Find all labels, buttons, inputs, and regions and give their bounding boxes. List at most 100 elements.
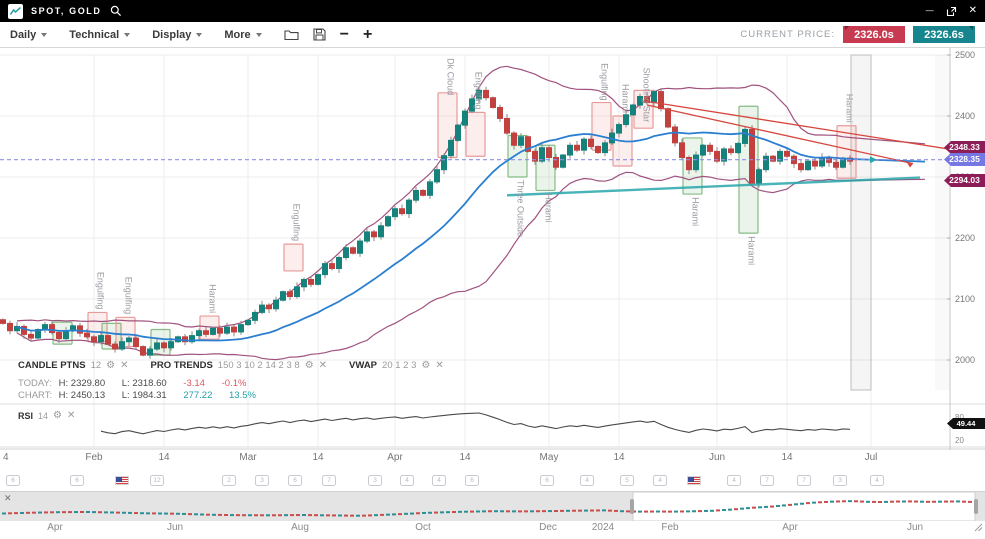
menu-more[interactable]: More <box>224 29 261 41</box>
toolbar: Daily Technical Display More − + CURRENT… <box>0 22 985 48</box>
calendar-event-icon[interactable]: 7 <box>322 475 336 486</box>
menu-periodicity[interactable]: Daily <box>10 29 47 41</box>
study-rsi[interactable]: RSI14 ⚙ ✕ <box>18 410 75 421</box>
navigator-axis-label: Apr <box>782 522 798 533</box>
economic-events-row: 6 6 12 2 3 6 7 3 4 4 6 6 4 5 4 4 7 7 3 4 <box>0 471 985 491</box>
time-axis-label: 14 <box>613 452 624 463</box>
chevron-down-icon <box>196 33 202 37</box>
close-icon[interactable]: ✕ <box>435 360 443 371</box>
symbol-search-icon[interactable] <box>110 5 122 17</box>
svg-text:Dk Cloud: Dk Cloud <box>446 58 456 95</box>
close-icon[interactable]: ✕ <box>319 360 327 371</box>
zoom-out-button[interactable]: − <box>340 27 349 43</box>
calendar-event-icon[interactable]: 3 <box>833 475 847 486</box>
current-price-label: CURRENT PRICE: <box>740 29 835 40</box>
calendar-event-icon[interactable]: 3 <box>255 475 269 486</box>
bid-price-badge: 2326.0s <box>843 26 905 43</box>
calendar-event-icon[interactable]: 7 <box>797 475 811 486</box>
calendar-event-icon[interactable]: 4 <box>580 475 594 486</box>
range-navigator[interactable]: ✕ <box>0 491 985 521</box>
svg-text:Engulfing: Engulfing <box>474 72 484 110</box>
zoom-in-button[interactable]: + <box>363 27 372 43</box>
gear-icon[interactable]: ⚙ <box>421 360 430 371</box>
titlebar: SPOT, GOLD — ✕ <box>0 0 985 22</box>
price-badge-upper: 2348.33 <box>944 141 985 154</box>
symbol-title: SPOT, GOLD <box>31 6 102 16</box>
time-axis-label: Jun <box>709 452 725 463</box>
svg-text:Harami: Harami <box>747 236 757 265</box>
us-flag-event-icon[interactable] <box>115 476 129 485</box>
navigator-axis-label: Aug <box>291 522 309 533</box>
rsi-value-badge: 49.44 <box>947 418 985 429</box>
minimize-button[interactable]: — <box>926 6 934 16</box>
study-pro-trends[interactable]: PRO TRENDS150 3 10 2 14 2 3 8 ⚙ ✕ <box>151 360 328 371</box>
calendar-event-icon[interactable]: 4 <box>432 475 446 486</box>
calendar-event-icon[interactable]: 6 <box>288 475 302 486</box>
calendar-event-icon[interactable]: 3 <box>368 475 382 486</box>
gear-icon[interactable]: ⚙ <box>53 410 62 421</box>
time-axis-label: May <box>540 452 559 463</box>
us-flag-event-icon[interactable] <box>687 476 701 485</box>
calendar-event-icon[interactable]: 4 <box>727 475 741 486</box>
calendar-event-icon[interactable]: 5 <box>620 475 634 486</box>
gear-icon[interactable]: ⚙ <box>106 360 115 371</box>
time-axis-label: Feb <box>85 452 102 463</box>
calendar-event-icon[interactable]: 4 <box>653 475 667 486</box>
svg-text:2500: 2500 <box>955 50 975 60</box>
navigator-axis-label: Feb <box>661 522 678 533</box>
study-vwap[interactable]: VWAP20 1 2 3 ⚙ ✕ <box>349 360 444 371</box>
popout-button[interactable] <box>946 6 957 17</box>
svg-text:Harami: Harami <box>544 193 554 222</box>
close-button[interactable]: ✕ <box>969 6 977 16</box>
time-axis-label: 4 <box>3 452 9 463</box>
svg-text:2000: 2000 <box>955 355 975 365</box>
svg-text:Engulfing: Engulfing <box>600 63 610 101</box>
svg-text:2400: 2400 <box>955 111 975 121</box>
calendar-event-icon[interactable]: 6 <box>70 475 84 486</box>
calendar-event-icon[interactable]: 6 <box>540 475 554 486</box>
navigator-axis: AprJunAugOctDec2024FebAprJun <box>0 521 985 539</box>
gear-icon[interactable]: ⚙ <box>305 360 314 371</box>
calendar-event-icon[interactable]: 7 <box>760 475 774 486</box>
calendar-event-icon[interactable]: 4 <box>400 475 414 486</box>
navigator-axis-label: 2024 <box>592 522 614 533</box>
svg-text:Shooting Star: Shooting Star <box>642 68 652 123</box>
time-axis-label: 14 <box>312 452 323 463</box>
menu-technical[interactable]: Technical <box>69 29 130 41</box>
chevron-down-icon <box>41 33 47 37</box>
time-axis-label: Jul <box>865 452 878 463</box>
svg-text:Harami: Harami <box>845 94 855 123</box>
time-axis-label: 14 <box>158 452 169 463</box>
time-axis-label: Apr <box>387 452 403 463</box>
chart-stats: CHART: H: 2450.13 L: 1984.31 277.22 13.5… <box>18 390 270 401</box>
svg-text:Three Outside: Three Outside <box>516 180 526 237</box>
save-icon[interactable] <box>313 28 326 41</box>
chevron-down-icon <box>124 33 130 37</box>
close-icon[interactable]: ✕ <box>67 410 75 421</box>
menu-display[interactable]: Display <box>152 29 202 41</box>
open-folder-icon[interactable] <box>284 28 299 41</box>
main-chart[interactable]: 250024002300220021002000EngulfingEngulfi… <box>0 48 985 450</box>
time-axis-label: 14 <box>459 452 470 463</box>
calendar-event-icon[interactable]: 6 <box>465 475 479 486</box>
calendar-event-icon[interactable]: 2 <box>222 475 236 486</box>
calendar-event-icon[interactable]: 4 <box>870 475 884 486</box>
calendar-event-icon[interactable]: 6 <box>6 475 20 486</box>
time-axis[interactable]: 4Feb14Mar14Apr14May14Jun14Jul <box>0 450 985 470</box>
calendar-event-icon[interactable]: 12 <box>150 475 164 486</box>
svg-text:Engulfing: Engulfing <box>96 272 106 310</box>
time-axis-label: Mar <box>239 452 256 463</box>
navigator-axis-label: Oct <box>415 522 431 533</box>
svg-text:20: 20 <box>955 436 964 445</box>
svg-text:Harami: Harami <box>208 284 218 313</box>
price-badge-lower: 2294.03 <box>944 174 985 187</box>
resize-grip[interactable] <box>974 519 983 537</box>
navigator-axis-label: Jun <box>167 522 183 533</box>
svg-text:Engulfing: Engulfing <box>292 204 302 242</box>
study-candle-patterns[interactable]: CANDLE PTNS12 ⚙ ✕ <box>18 360 129 371</box>
close-icon[interactable]: ✕ <box>120 360 128 371</box>
studies-legend: CANDLE PTNS12 ⚙ ✕ PRO TRENDS150 3 10 2 1… <box>18 360 444 371</box>
navigator-axis-label: Jun <box>907 522 923 533</box>
navigator-close-icon[interactable]: ✕ <box>4 493 12 504</box>
today-stats: TODAY: H: 2329.80 L: 2318.60 -3.14 -0.1% <box>18 378 260 389</box>
